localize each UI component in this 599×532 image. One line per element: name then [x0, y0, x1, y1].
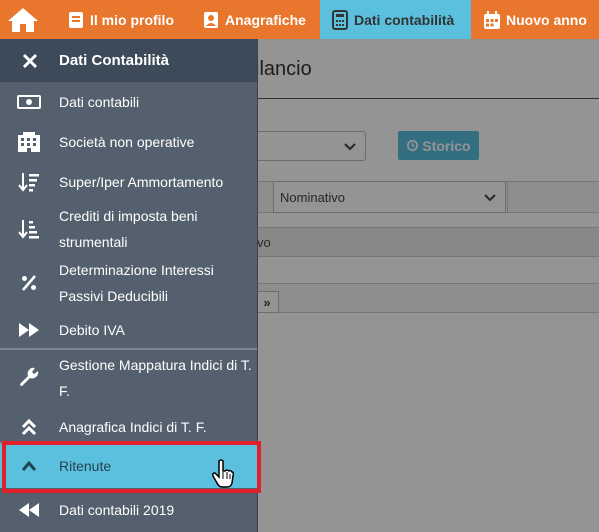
hand-cursor-icon	[212, 459, 235, 494]
menu-item-debito-iva[interactable]: Debito IVA	[0, 315, 257, 345]
menu-item-label: Super/Iper Ammortamento	[59, 174, 224, 190]
menu-item-label: Gestione Mappatura Indici di T. F.	[59, 357, 252, 399]
menu-item-dati-contabili[interactable]: Dati contabili	[0, 87, 257, 117]
menu-header-title: Dati Contabilità	[59, 52, 170, 69]
menu-item-label: Anagrafica Indici di T. F.	[59, 419, 207, 435]
fast-backward-icon	[16, 502, 42, 518]
menu-header: Dati Contabilità	[0, 39, 257, 82]
calculator-icon	[330, 9, 350, 30]
book-icon	[66, 10, 86, 30]
nav-il-mio-profilo[interactable]: Il mio profilo	[66, 0, 174, 39]
nav-dati-contabilita[interactable]: Dati contabilità	[320, 0, 471, 39]
wrench-icon	[16, 367, 42, 389]
percent-icon	[16, 274, 42, 292]
menu-item-label: Crediti di imposta beni strumentali	[59, 208, 198, 250]
close-icon[interactable]	[20, 53, 40, 69]
sort-amount-down-icon	[16, 172, 42, 192]
calendar-icon	[482, 10, 502, 30]
money-icon	[16, 94, 42, 110]
menu-item-label: Determinazione Interessi Passivi Deducib…	[59, 262, 214, 304]
menu-item-label: Dati contabili 2019	[59, 502, 175, 518]
fast-forward-icon	[16, 322, 42, 338]
top-nav: Il mio profilo Anagrafiche Dati contabil…	[0, 0, 599, 39]
nav-home[interactable]	[6, 0, 50, 39]
menu-item-crediti-imposta[interactable]: Crediti di imposta beni strumentali	[0, 203, 257, 255]
menu-item-super-iper-ammortamento[interactable]: Super/Iper Ammortamento	[0, 167, 257, 197]
sort-amount-up-icon	[16, 219, 42, 239]
nav-nuovo-anno[interactable]: Nuovo anno	[482, 0, 587, 39]
menu-item-label: Società non operative	[59, 134, 195, 150]
menu-item-label: Debito IVA	[59, 322, 125, 338]
nav-anagrafiche[interactable]: Anagrafiche	[201, 0, 306, 39]
menu-item-societa-non-operative[interactable]: Società non operative	[0, 127, 257, 157]
nav-label: Il mio profilo	[90, 11, 174, 28]
building-icon	[16, 131, 42, 153]
menu-item-gestione-mappatura[interactable]: Gestione Mappatura Indici di T. F.	[0, 352, 257, 404]
nav-label: Nuovo anno	[506, 11, 587, 28]
home-icon	[6, 6, 40, 34]
nav-label: Dati contabilità	[354, 11, 455, 28]
menu-item-dati-contabili-2019[interactable]: Dati contabili 2019	[0, 495, 257, 525]
menu-separator	[0, 348, 257, 350]
menu-item-anagrafica-indici[interactable]: Anagrafica Indici di T. F.	[0, 412, 257, 442]
menu-item-label: Dati contabili	[59, 94, 140, 110]
nav-label: Anagrafiche	[225, 11, 306, 28]
double-chevron-up-icon	[16, 418, 42, 436]
menu-item-interessi-passivi[interactable]: Determinazione Interessi Passivi Deducib…	[0, 257, 257, 309]
contact-card-icon	[201, 10, 221, 30]
